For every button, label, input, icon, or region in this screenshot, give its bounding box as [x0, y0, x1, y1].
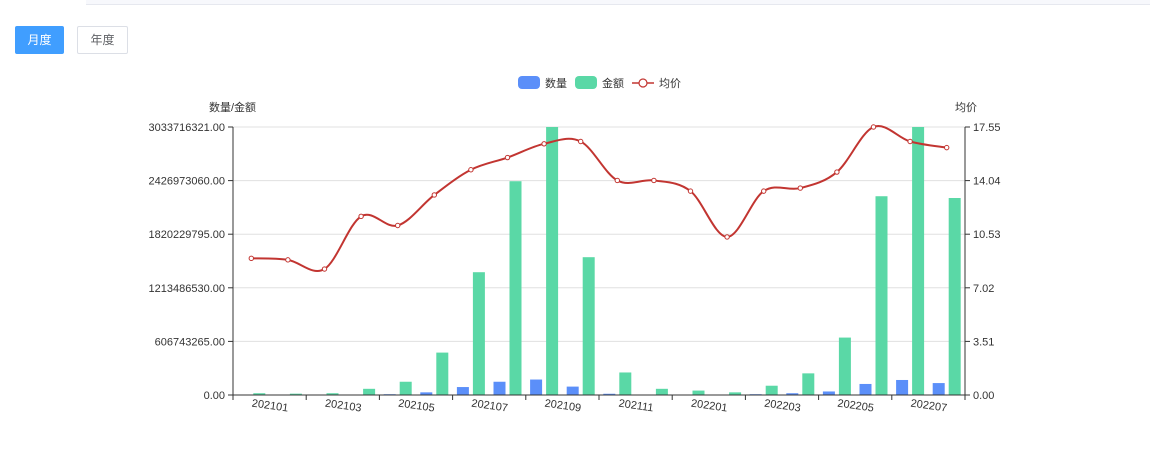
amount-bar [399, 381, 412, 395]
amount-bar [436, 352, 449, 395]
amount-bar [692, 390, 705, 395]
right-tick-label: 10.53 [973, 229, 1001, 241]
legend-amount-swatch [575, 76, 597, 89]
amount-bar [948, 198, 961, 395]
amount-bar [363, 388, 376, 395]
amount-bar [619, 372, 632, 395]
amount-bar [802, 373, 815, 395]
legend-quantity-label: 数量 [545, 77, 567, 90]
left-tick-label: 0.00 [204, 390, 225, 402]
x-tick-label: 202207 [910, 398, 948, 415]
avg-price-point [321, 266, 328, 272]
amount-bar [765, 385, 778, 395]
avg-price-point [504, 154, 511, 161]
legend-amount-label: 金额 [602, 76, 624, 90]
quantity-bar [566, 386, 579, 395]
quantity-bar [932, 383, 945, 395]
axis-layer: 0.00 0.00 606743265.00 3.51 1213486530.00 7.0… [149, 122, 1001, 415]
x-tick-label: 202111 [618, 398, 654, 415]
amount-bar [509, 181, 522, 395]
avg-price-point [358, 213, 364, 220]
x-tick-label: 202103 [324, 398, 362, 415]
avg-price-point [468, 167, 474, 173]
bar-layer [237, 127, 961, 395]
avg-price-point [541, 141, 547, 147]
amount-bar [582, 257, 595, 395]
x-tick-label: 202107 [471, 398, 509, 415]
avg-price-point [578, 138, 584, 145]
left-axis-title: 数量/金额 [209, 100, 256, 114]
avg-price-point [724, 234, 730, 240]
avg-price-point [614, 177, 620, 184]
combo-chart: 0.00 0.00 606743265.00 3.51 1213486530.00 7.0… [149, 76, 1001, 415]
quantity-bar [896, 379, 909, 395]
quantity-bar [530, 379, 543, 395]
left-tick-label: 2426973060.00 [149, 176, 225, 188]
avg-price-point [944, 144, 950, 151]
grid-layer [233, 126, 965, 342]
legend-avg-marker [638, 78, 648, 88]
legend-quantity-swatch [518, 76, 540, 89]
x-tick-label: 202109 [544, 398, 582, 415]
avg-price-line [251, 125, 947, 272]
quantity-bar [822, 391, 835, 395]
left-tick-label: 3033716321.00 [149, 122, 225, 134]
line-layer [248, 124, 950, 272]
avg-price-point [870, 124, 877, 130]
right-axis-title: 均价 [955, 101, 977, 114]
avg-price-point [248, 255, 255, 262]
x-tick-label: 202203 [763, 398, 801, 415]
right-tick-label: 17.55 [973, 122, 1001, 134]
left-tick-label: 1820229795.00 [149, 229, 225, 241]
avg-price-point [431, 192, 437, 198]
chart-legend: 数量 金额 均价 [518, 76, 681, 90]
quantity-bar [859, 383, 872, 395]
amount-bar [472, 272, 485, 395]
quantity-bar [456, 387, 469, 395]
left-tick-label: 606743265.00 [155, 336, 225, 348]
avg-price-point [834, 169, 840, 175]
x-tick-label: 202201 [690, 398, 728, 415]
avg-price-point [651, 177, 657, 184]
avg-price-point [285, 257, 291, 263]
amount-bar [912, 127, 925, 395]
x-tick-label: 202105 [397, 398, 435, 415]
amount-bar [655, 388, 668, 395]
right-tick-label: 14.04 [973, 176, 1001, 188]
avg-price-point [761, 188, 767, 194]
x-tick-label: 202205 [837, 398, 875, 415]
right-tick-label: 3.51 [973, 336, 994, 348]
left-tick-label: 1213486530.00 [149, 283, 225, 295]
amount-bar [546, 127, 559, 395]
avg-price-point [907, 138, 913, 145]
amount-bar [838, 337, 851, 395]
avg-price-point [687, 188, 694, 194]
amount-bar [875, 196, 888, 395]
legend-avg-label: 均价 [659, 77, 681, 90]
right-tick-label: 0.00 [973, 390, 994, 402]
x-tick-label: 202101 [251, 398, 289, 415]
avg-price-point [395, 222, 401, 229]
right-tick-label: 7.02 [973, 283, 994, 295]
avg-price-point [797, 185, 803, 191]
quantity-bar [493, 381, 506, 395]
